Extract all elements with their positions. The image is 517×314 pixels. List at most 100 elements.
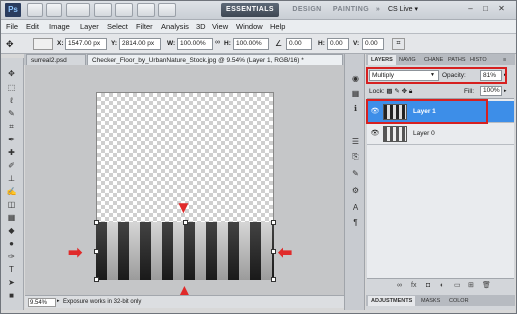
new-group-icon[interactable]: ▭ xyxy=(454,281,461,290)
options-bar: ✥ X: 1547.00 px Y: 2814.00 px W: 100.00%… xyxy=(0,34,517,54)
horizontal-skew-field[interactable]: 0.00 xyxy=(327,38,349,50)
height-field[interactable]: 100.00% xyxy=(233,38,269,50)
tab-history[interactable]: HISTO xyxy=(467,55,490,65)
menu-help[interactable]: Help xyxy=(270,20,285,34)
transform-handle-right[interactable] xyxy=(271,249,276,254)
lock-all-icon[interactable]: 🔒︎ xyxy=(409,88,412,95)
zoom-field[interactable]: 9.54% xyxy=(28,298,56,307)
paragraph-icon[interactable]: ¶ xyxy=(349,217,362,229)
warp-mode-icon[interactable]: ⌗ xyxy=(392,38,405,50)
tab-adjustments[interactable]: ADJUSTMENTS xyxy=(368,296,416,306)
quick-select-tool-icon[interactable]: ✎ xyxy=(5,108,18,119)
screen-mode-button[interactable] xyxy=(158,3,176,17)
close-button[interactable]: ✕ xyxy=(495,3,508,15)
character-icon[interactable]: A xyxy=(349,202,362,214)
menu-select[interactable]: Select xyxy=(107,20,128,34)
width-field[interactable]: 100.00% xyxy=(177,38,213,50)
minimize-button[interactable]: – xyxy=(464,3,477,15)
eraser-tool-icon[interactable]: ◫ xyxy=(5,199,18,210)
transform-handle-left[interactable] xyxy=(94,249,99,254)
new-layer-icon[interactable]: ⊞ xyxy=(468,281,474,290)
mini-bridge-button[interactable] xyxy=(46,3,62,17)
blur-tool-icon[interactable]: ◆ xyxy=(5,225,18,236)
arrange-documents-button[interactable] xyxy=(137,3,155,17)
x-position-field[interactable]: 1547.00 px xyxy=(65,38,107,50)
color-picker-icon[interactable]: ◉ xyxy=(349,73,362,85)
tab-navigator[interactable]: NAVIG xyxy=(396,55,419,65)
healing-brush-tool-icon[interactable]: ✚ xyxy=(5,147,18,158)
transform-handle-bottom-right[interactable] xyxy=(271,277,276,282)
clone-stamp-tool-icon[interactable]: ⊥ xyxy=(5,173,18,184)
vertical-skew-field[interactable]: 0.00 xyxy=(362,38,384,50)
hand-tool-button[interactable] xyxy=(94,3,112,17)
bridge-button[interactable] xyxy=(27,3,43,17)
eyedropper-tool-icon[interactable]: ✒ xyxy=(5,134,18,145)
lasso-tool-icon[interactable]: ℓ xyxy=(5,95,18,106)
gradient-tool-icon[interactable]: ▦ xyxy=(5,212,18,223)
transform-handle-bottom-left[interactable] xyxy=(94,277,99,282)
link-layers-icon[interactable]: ∞ xyxy=(397,281,402,290)
zoom-level-button[interactable] xyxy=(66,3,90,17)
add-mask-icon[interactable]: ◘ xyxy=(426,281,430,290)
adjust-sliders-icon[interactable]: ☰ xyxy=(349,136,362,148)
workspace-more-icon[interactable]: » xyxy=(373,3,383,17)
workspace-painting[interactable]: PAINTING xyxy=(331,3,371,17)
tab-surreal2[interactable]: surreal2.psd xyxy=(26,54,86,65)
shape-tool-icon[interactable]: ■ xyxy=(5,290,18,301)
tab-checker-floor[interactable]: Checker_Floor_by_UrbanNature_Stock.jpg @… xyxy=(87,54,343,65)
workspace-design[interactable]: DESIGN xyxy=(287,3,327,17)
layer-style-icon[interactable]: fx xyxy=(411,281,416,290)
rotate-view-button[interactable] xyxy=(115,3,133,17)
lock-pixels-icon[interactable]: ✎ xyxy=(394,88,399,95)
menu-edit[interactable]: Edit xyxy=(26,20,39,34)
marquee-tool-icon[interactable]: ⬚ xyxy=(5,82,18,93)
tab-layers[interactable]: LAYERS xyxy=(368,55,396,65)
fill-slider-icon[interactable]: ▸ xyxy=(504,87,511,96)
menu-view[interactable]: View xyxy=(212,20,228,34)
menu-3d[interactable]: 3D xyxy=(196,20,206,34)
reference-point-icon[interactable] xyxy=(33,38,53,50)
swatches-icon[interactable]: ▦ xyxy=(349,88,362,100)
fill-field[interactable]: 100% xyxy=(480,86,502,96)
panel-menu-icon[interactable]: ≡ xyxy=(500,55,509,65)
menu-file[interactable]: File xyxy=(6,20,18,34)
eye-icon[interactable]: 👁︎ xyxy=(370,129,380,139)
adjustment-layer-icon[interactable]: ◐ xyxy=(440,281,444,290)
status-menu-icon[interactable]: ▸ xyxy=(57,298,61,307)
info-icon[interactable]: ℹ xyxy=(349,103,362,115)
tool-presets-icon[interactable]: ⚙ xyxy=(349,185,362,197)
type-tool-icon[interactable]: T xyxy=(5,264,18,275)
menu-filter[interactable]: Filter xyxy=(136,20,153,34)
angle-field[interactable]: 0.00 xyxy=(286,38,312,50)
clone-source-icon[interactable]: ⎘ xyxy=(349,151,362,163)
workspace-essentials[interactable]: ESSENTIALS xyxy=(221,3,279,17)
transform-handle-top-right[interactable] xyxy=(271,220,276,225)
lock-transparency-icon[interactable]: ▩ xyxy=(386,88,392,95)
move-tool-icon[interactable]: ✥ xyxy=(5,68,18,79)
menu-window[interactable]: Window xyxy=(236,20,263,34)
y-position-field[interactable]: 2814.00 px xyxy=(119,38,161,50)
transform-handle-top[interactable] xyxy=(183,220,188,225)
dodge-tool-icon[interactable]: ● xyxy=(5,238,18,249)
lock-position-icon[interactable]: ✥ xyxy=(402,88,407,95)
menu-image[interactable]: Image xyxy=(49,20,70,34)
path-selection-tool-icon[interactable]: ➤ xyxy=(5,277,18,288)
menu-analysis[interactable]: Analysis xyxy=(161,20,189,34)
move-tool-preset-icon[interactable]: ✥ xyxy=(6,38,20,50)
link-icon[interactable]: ∞ xyxy=(215,39,222,49)
transform-handle-top-left[interactable] xyxy=(94,220,99,225)
tab-masks[interactable]: MASKS xyxy=(418,296,443,306)
menu-layer[interactable]: Layer xyxy=(80,20,99,34)
tab-paths[interactable]: PATHS xyxy=(445,55,469,65)
brush-presets-icon[interactable]: ✎ xyxy=(349,168,362,180)
brush-tool-icon[interactable]: ✐ xyxy=(5,160,18,171)
history-brush-tool-icon[interactable]: ✍ xyxy=(5,186,18,197)
layer-row-layer-0[interactable]: 👁︎ Layer 0 xyxy=(367,123,514,145)
pen-tool-icon[interactable]: ✑ xyxy=(5,251,18,262)
tab-color[interactable]: COLOR xyxy=(446,296,472,306)
maximize-button[interactable]: □ xyxy=(479,3,492,15)
trash-icon[interactable]: 🗑︎ xyxy=(482,281,491,290)
tab-channels[interactable]: CHANE xyxy=(421,55,446,65)
cs-live-button[interactable]: CS Live ▾ xyxy=(388,3,434,17)
crop-tool-icon[interactable]: ⌗ xyxy=(5,121,18,132)
